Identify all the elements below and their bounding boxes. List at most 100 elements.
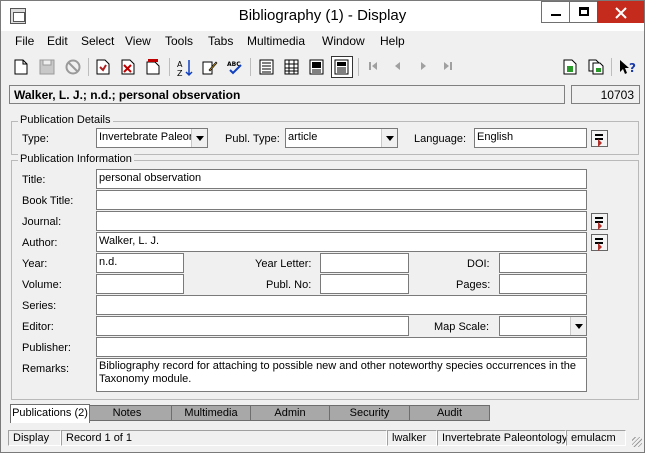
help-icon: ? [620,60,636,75]
spellcheck-button[interactable]: ABC [224,56,246,78]
doi-label: DOI: [467,258,490,270]
spellcheck-icon: ABC [227,61,242,75]
list-view-icon [284,59,299,75]
title-bar[interactable]: Bibliography (1) - Display [1,1,644,31]
open-icon [96,59,110,75]
resize-grip-icon[interactable] [632,437,642,447]
last-record-button[interactable] [438,56,460,78]
status-department: Invertebrate Paleontology [437,430,567,446]
journal-label: Journal: [22,216,62,228]
tab-audit[interactable]: Audit [409,405,490,421]
doi-field[interactable] [499,253,587,273]
save-icon [39,59,55,75]
menu-view[interactable]: View [125,34,151,48]
chevron-down-icon[interactable] [381,129,397,147]
status-user: lwalker [387,430,437,446]
tab-multimedia[interactable]: Multimedia [171,405,251,421]
editor-field[interactable] [96,316,409,336]
toolbar-separator [358,58,359,76]
menu-tools[interactable]: Tools [165,34,193,48]
author-field[interactable]: Walker, L. J. [96,232,587,252]
author-lookup-icon[interactable] [591,234,608,251]
tab-security[interactable]: Security [329,405,410,421]
publ-type-select[interactable]: article [285,128,398,148]
year-letter-field[interactable] [320,253,409,273]
type-value: Invertebrate Paleon [99,131,196,143]
sort-button[interactable]: AZ [174,56,196,78]
toolbar-separator [88,58,89,76]
publication-details-legend: Publication Details [18,114,113,126]
menu-tabs[interactable]: Tabs [208,34,233,48]
cancel-icon [65,59,81,75]
language-lookup-icon[interactable] [591,130,608,147]
close-icon [614,7,627,19]
next-record-button[interactable] [413,56,435,78]
title-label: Title: [22,174,46,186]
map-scale-select[interactable] [499,316,587,336]
new-copy-button[interactable] [560,56,582,78]
menu-help[interactable]: Help [380,34,405,48]
toolbar-separator [611,58,612,76]
menu-file[interactable]: File [15,34,34,48]
cancel-button[interactable] [62,56,84,78]
next-record-icon [421,62,426,70]
chevron-down-icon[interactable] [570,317,586,335]
menu-edit[interactable]: Edit [47,34,68,48]
book-title-label: Book Title: [22,195,74,207]
menu-window[interactable]: Window [322,34,365,48]
duplicate-button[interactable] [585,56,607,78]
year-field[interactable]: n.d. [96,253,184,273]
page-view-icon [259,59,274,75]
status-host: emulacm [566,430,626,446]
journal-field[interactable] [96,211,587,231]
tab-notes[interactable]: Notes [82,405,172,421]
publisher-field[interactable] [96,337,587,357]
page-view-button[interactable] [256,56,278,78]
menu-multimedia[interactable]: Multimedia [247,34,305,48]
menu-bar: File Edit Select View Tools Tabs Multime… [2,31,643,51]
status-bar: Display Record 1 of 1 lwalker Invertebra… [2,428,643,448]
tab-admin[interactable]: Admin [250,405,330,421]
edit-button[interactable] [199,56,221,78]
language-field[interactable]: English [474,128,587,148]
open-button[interactable] [93,56,115,78]
copy-icon [146,59,160,75]
list-view-button[interactable] [281,56,303,78]
remarks-field[interactable]: Bibliography record for attaching to pos… [96,358,587,392]
report-view-button[interactable] [306,56,328,78]
form-view-button[interactable] [331,56,353,78]
first-record-button[interactable] [363,56,385,78]
save-button[interactable] [36,56,58,78]
help-button[interactable]: ? [616,56,638,78]
publ-type-value: article [288,131,318,143]
publ-no-label: Publ. No: [266,279,312,291]
pages-field[interactable] [499,274,587,294]
volume-field[interactable] [96,274,184,294]
publ-no-field[interactable] [320,274,409,294]
tab-publications[interactable]: Publications (2) [10,404,90,423]
close-button[interactable] [597,1,644,23]
chevron-down-icon[interactable] [191,129,207,147]
prev-record-icon [395,62,400,70]
journal-lookup-icon[interactable] [591,213,608,230]
edit-icon [202,61,218,75]
form-view-icon [334,59,349,75]
series-field[interactable] [96,295,587,315]
maximize-button[interactable] [569,1,599,23]
title-field[interactable]: personal observation [96,169,587,189]
new-copy-icon [563,59,577,75]
delete-icon [121,59,135,75]
book-title-field[interactable] [96,190,587,210]
year-label: Year: [22,258,48,270]
delete-button[interactable] [118,56,140,78]
minimize-button[interactable] [541,1,571,23]
copy-button[interactable] [143,56,165,78]
status-mode: Display [8,430,61,446]
editor-label: Editor: [22,321,54,333]
type-select[interactable]: Invertebrate Paleon [96,128,208,148]
sort-icon: AZ [177,60,193,77]
toolbar-separator [169,58,170,76]
new-record-button[interactable] [11,56,33,78]
menu-select[interactable]: Select [81,34,114,48]
prev-record-button[interactable] [388,56,410,78]
